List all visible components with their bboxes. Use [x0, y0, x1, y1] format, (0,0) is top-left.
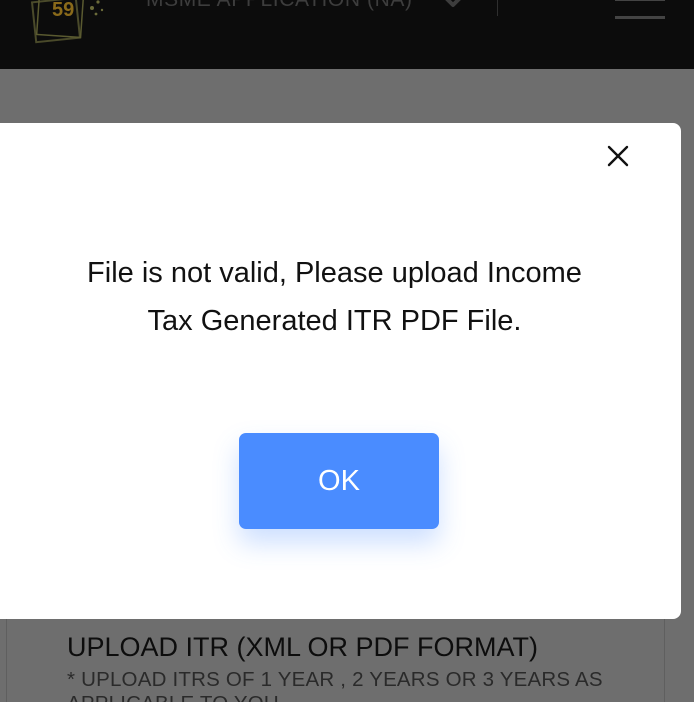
app-title[interactable]: MSME APPLICATION (NA) — [146, 0, 413, 12]
error-message: File is not valid, Please upload Income … — [87, 257, 582, 337]
error-dialog: File is not valid, Please upload Income … — [0, 123, 681, 619]
menu-icon[interactable] — [615, 0, 665, 22]
upload-itr-title: UPLOAD ITR (XML OR PDF FORMAT) — [67, 632, 539, 662]
ok-button[interactable]: OK — [239, 433, 439, 529]
upload-itr-note: * UPLOAD ITRS OF 1 YEAR , 2 YEARS OR 3 Y… — [67, 668, 603, 702]
close-icon[interactable] — [605, 143, 631, 169]
app-logo[interactable]: 59 — [30, 0, 106, 44]
header-divider — [497, 0, 498, 16]
header-bar: 59 MSME APPLICATION (NA) — [0, 0, 694, 69]
chevron-down-icon[interactable] — [440, 0, 466, 12]
logo-text: 59 — [52, 0, 74, 21]
logo-icon: 59 — [30, 0, 104, 44]
page: 59 MSME APPLICATION (NA) UPLOAD ITR (XML… — [0, 0, 694, 702]
